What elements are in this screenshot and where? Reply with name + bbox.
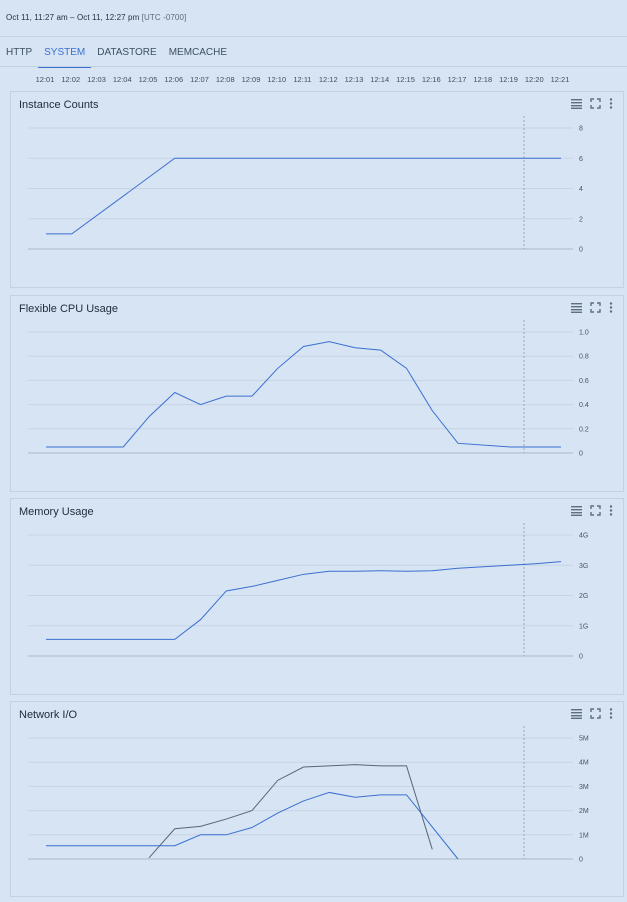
time-axis-label: 12:14 (370, 75, 390, 84)
tabs-divider (0, 66, 627, 67)
time-axis-label: 12:21 (550, 75, 570, 84)
y-tick-label: 4M (579, 760, 589, 767)
time-axis: 12:01 12:02 12:03 12:04 12:05 12:06 12:07 12:08… (0, 75, 627, 87)
series-line (46, 157, 561, 235)
y-tick-label: 8 (579, 126, 583, 133)
time-axis-label: 12:04 (112, 75, 132, 84)
time-axis-label: 12:16 (421, 75, 441, 84)
instance-counts-chart: 0 2 4 6 8 (28, 116, 583, 254)
series-line (46, 561, 562, 640)
flexible-cpu-usage-chart: 0 0.2 0.4 0.6 0.8 1.0 (28, 320, 589, 458)
time-axis-label: 12:10 (267, 75, 287, 84)
chart-panel-network-io: Network I/O 0 1M 2M 3M 4M 5M (10, 701, 624, 897)
time-axis-label: 12:18 (473, 75, 493, 84)
network-io-chart: 0 1M 2M 3M 4M 5M (28, 726, 589, 864)
y-tick-label: 3M (579, 784, 589, 791)
y-tick-label: 1.0 (579, 330, 589, 337)
time-axis-label: 12:13 (344, 75, 364, 84)
y-tick-label: 1M (579, 832, 589, 839)
time-axis-label: 12:01 (35, 75, 55, 84)
tab-system[interactable]: SYSTEM (38, 44, 92, 68)
y-tick-label: 0 (579, 654, 583, 661)
y-tick-label: 0 (579, 857, 583, 864)
header-divider (0, 36, 627, 37)
y-tick-label: 6 (579, 156, 583, 163)
tab-memcache[interactable]: MEMCACHE (163, 44, 233, 66)
date-range-text: Oct 11, 11:27 am – Oct 11, 12:27 pm (6, 13, 140, 22)
tab-datastore[interactable]: DATASTORE (91, 44, 162, 66)
y-tick-label: 0.4 (579, 402, 589, 409)
time-axis-label: 12:15 (396, 75, 415, 84)
y-tick-label: 0.6 (579, 378, 589, 385)
y-tick-label: 0 (579, 451, 583, 458)
time-axis-label: 12:02 (61, 75, 81, 84)
y-tick-label: 2M (579, 808, 589, 815)
y-tick-label: 2 (579, 216, 583, 223)
y-tick-label: 3G (579, 563, 588, 570)
time-axis-label: 12:17 (447, 75, 467, 84)
date-range[interactable]: Oct 11, 11:27 am – Oct 11, 12:27 pm [UTC… (6, 13, 186, 22)
chart-panel-instance-counts: Instance Counts 02468 (10, 91, 624, 288)
time-axis-label: 12:19 (499, 75, 518, 84)
chart-panel-memory-usage: Memory Usage 0 1G 2G 3G 4G (10, 498, 624, 695)
y-tick-label: 0.8 (579, 354, 589, 361)
y-tick-label: 2G (579, 593, 588, 600)
chart-panel-flexible-cpu-usage: Flexible CPU Usage 0 0.2 0.4 0.6 0.8 1.0 (10, 295, 624, 492)
time-axis-label: 12:05 (138, 75, 158, 84)
y-tick-label: 0 (579, 247, 583, 254)
time-axis-label: 12:03 (87, 75, 106, 84)
y-tick-label: 4G (579, 533, 588, 540)
y-tick-label: 5M (579, 736, 589, 743)
time-axis-label: 12:08 (215, 75, 235, 84)
time-axis-label: 12:20 (524, 75, 544, 84)
memory-usage-chart: 0 1G 2G 3G 4G (28, 523, 588, 661)
tab-http[interactable]: HTTP (0, 44, 38, 66)
series-line (46, 791, 459, 860)
timezone-label: [UTC -0700] (141, 13, 187, 22)
series-line (46, 341, 561, 448)
y-tick-label: 1G (579, 623, 588, 630)
time-axis-label: 12:09 (241, 75, 261, 84)
y-tick-label: 0.2 (579, 426, 589, 433)
tab-bar: HTTP SYSTEM DATASTORE MEMCACHE (0, 44, 233, 68)
series-line (148, 764, 433, 859)
time-axis-label: 12:06 (164, 75, 184, 84)
time-axis-label: 12:11 (293, 75, 312, 84)
time-axis-label: 12:07 (190, 75, 209, 84)
y-tick-label: 4 (579, 186, 583, 193)
time-axis-label: 12:12 (318, 75, 338, 84)
